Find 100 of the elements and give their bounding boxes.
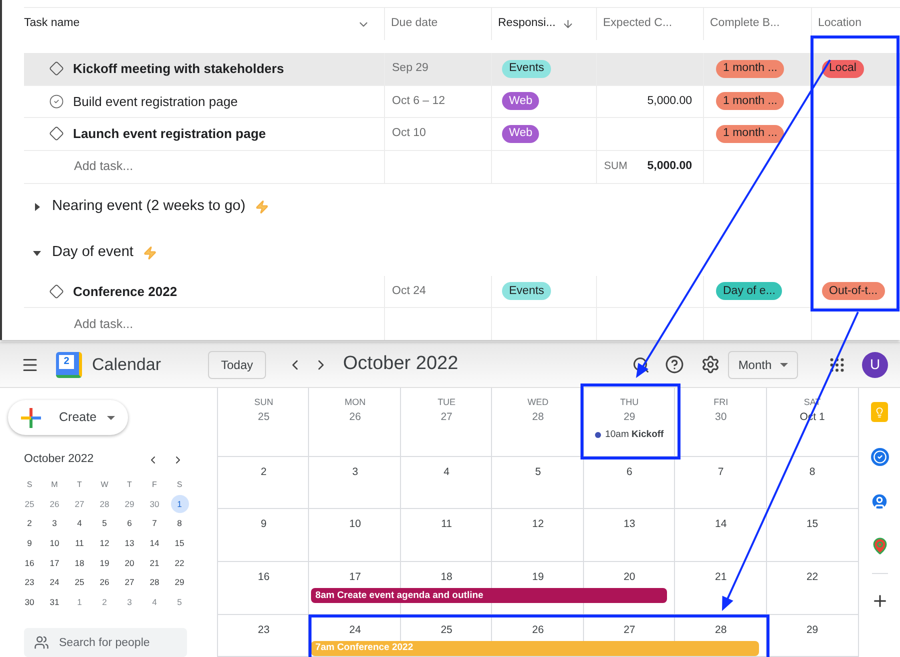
day-number[interactable]: 19 xyxy=(532,569,544,586)
mini-calendar-day[interactable]: 2 xyxy=(96,593,114,612)
mini-calendar-day[interactable]: 20 xyxy=(120,554,138,572)
mini-calendar-day[interactable]: 29 xyxy=(120,495,138,514)
day-number[interactable]: 28 xyxy=(532,409,544,425)
mini-calendar-day[interactable]: 19 xyxy=(96,554,114,572)
day-number[interactable]: 10 xyxy=(349,516,361,532)
mini-calendar-day[interactable]: 27 xyxy=(70,495,88,514)
day-number[interactable]: 29 xyxy=(806,622,818,638)
day-number[interactable]: 26 xyxy=(349,409,361,425)
day-number[interactable]: 3 xyxy=(352,464,358,480)
mini-calendar-day[interactable]: 13 xyxy=(120,534,138,552)
column-header[interactable]: Location xyxy=(812,8,900,40)
day-number[interactable]: 24 xyxy=(349,622,361,638)
mini-calendar-day[interactable]: 5 xyxy=(96,514,114,533)
mini-calendar-day[interactable]: 25 xyxy=(70,574,88,592)
mini-calendar-day[interactable]: 2 xyxy=(20,514,38,533)
search-field[interactable]: Search for people xyxy=(24,628,187,657)
mini-calendar-day[interactable]: 30 xyxy=(146,495,164,514)
day-number[interactable]: 18 xyxy=(440,569,452,586)
mini-calendar-day[interactable]: 17 xyxy=(46,554,64,572)
day-number[interactable]: 27 xyxy=(440,409,452,425)
mini-calendar-day[interactable]: 18 xyxy=(70,554,88,572)
search-icon[interactable] xyxy=(632,356,650,374)
mini-calendar-day[interactable]: 15 xyxy=(170,534,188,552)
help-icon[interactable] xyxy=(665,355,684,374)
add-task-link[interactable]: Add task... xyxy=(74,314,134,334)
day-number[interactable]: 16 xyxy=(258,569,270,586)
mini-calendar-day[interactable]: 21 xyxy=(146,554,164,572)
add-task-link[interactable]: Add task... xyxy=(74,157,134,176)
column-header[interactable]: Complete B... xyxy=(704,8,812,40)
map-pin-icon[interactable] xyxy=(870,537,888,555)
mini-calendar-day[interactable]: 3 xyxy=(46,514,64,533)
day-number[interactable]: 2 xyxy=(260,464,267,480)
day-number[interactable]: 15 xyxy=(806,516,818,532)
person-icon[interactable] xyxy=(870,492,889,511)
diamond-icon[interactable] xyxy=(49,284,64,299)
mini-calendar-day[interactable]: 31 xyxy=(46,593,64,612)
column-header[interactable]: Responsi... xyxy=(492,8,597,40)
mini-calendar-day[interactable]: 7 xyxy=(146,514,164,533)
diamond-icon[interactable] xyxy=(49,126,64,142)
day-number[interactable]: 6 xyxy=(626,464,632,480)
mini-calendar-day[interactable]: 16 xyxy=(20,554,38,572)
day-number[interactable]: 11 xyxy=(441,516,452,532)
day-number[interactable]: 17 xyxy=(349,569,361,586)
mini-calendar-day[interactable]: 22 xyxy=(170,554,188,572)
mini-calendar-day[interactable]: 12 xyxy=(96,534,114,552)
section-title[interactable]: Nearing event (2 weeks to go) xyxy=(52,196,246,218)
column-header[interactable]: Expected C... xyxy=(597,8,704,40)
day-number[interactable]: 26 xyxy=(532,622,544,638)
task-row[interactable]: Build event registration page Oct 6 – 12 Web 5,000.00 1 month ... xyxy=(24,86,900,118)
mini-calendar-day[interactable]: 1 xyxy=(70,593,88,612)
calendar-logo[interactable]: 2 xyxy=(56,352,82,378)
mini-calendar-day[interactable]: 4 xyxy=(70,514,88,533)
task-name[interactable]: Kickoff meeting with stakeholders xyxy=(73,59,284,78)
day-number[interactable]: 22 xyxy=(806,569,818,586)
caret-right-icon[interactable] xyxy=(32,202,42,212)
mini-calendar-day[interactable]: 27 xyxy=(120,574,138,592)
day-number[interactable]: 12 xyxy=(532,516,544,532)
mini-calendar-day[interactable]: 23 xyxy=(20,574,38,592)
task-row[interactable]: Conference 2022 Oct 24 Events Day of e... Out-of-t... xyxy=(24,276,900,308)
task-name[interactable]: Launch event registration page xyxy=(73,124,266,144)
mini-calendar-day[interactable]: 26 xyxy=(96,574,114,592)
section-title[interactable]: Day of event xyxy=(52,242,134,264)
diamond-icon[interactable] xyxy=(49,61,64,76)
column-header[interactable]: Due date xyxy=(385,8,492,40)
mini-calendar-day[interactable]: 5 xyxy=(170,593,188,612)
view-dropdown[interactable]: Month xyxy=(728,350,798,378)
task-name[interactable]: Conference 2022 xyxy=(73,282,178,301)
mini-calendar-day[interactable]: 4 xyxy=(146,593,164,612)
day-number[interactable]: 13 xyxy=(624,516,636,532)
task-row[interactable]: Launch event registration page Oct 10 Web 1 month ... xyxy=(24,118,900,150)
task-name[interactable]: Build event registration page xyxy=(73,92,238,111)
apps-icon[interactable] xyxy=(828,356,846,374)
day-number[interactable]: 25 xyxy=(440,622,452,638)
day-number[interactable]: 30 xyxy=(715,409,727,425)
day-number[interactable]: 9 xyxy=(260,516,267,532)
mini-calendar-day[interactable]: 1 xyxy=(170,495,188,514)
mini-calendar-day[interactable]: 25 xyxy=(20,495,38,514)
day-number[interactable]: 7 xyxy=(718,464,724,480)
mini-calendar-day[interactable]: 6 xyxy=(120,514,138,533)
mini-calendar-day[interactable]: 11 xyxy=(70,534,88,552)
today-button[interactable]: Today xyxy=(208,350,266,378)
day-number[interactable]: 28 xyxy=(715,622,727,638)
task-row[interactable]: Kickoff meeting with stakeholders Sep 29 Events 1 month ... Local xyxy=(24,53,900,86)
check-circle-icon[interactable] xyxy=(870,448,888,466)
mini-calendar-day[interactable]: 28 xyxy=(146,574,164,592)
day-number[interactable]: 5 xyxy=(535,464,541,480)
day-number[interactable]: 8 xyxy=(809,464,816,480)
day-number[interactable]: 23 xyxy=(258,622,270,638)
column-header[interactable]: Task name xyxy=(24,8,385,40)
day-number[interactable]: 14 xyxy=(715,516,727,532)
sort-arrow-icon[interactable] xyxy=(562,18,574,30)
mini-calendar-day[interactable]: 24 xyxy=(46,574,64,592)
mini-calendar-day[interactable]: 28 xyxy=(96,495,114,514)
mini-calendar-day[interactable]: 3 xyxy=(120,593,138,612)
day-number[interactable]: 20 xyxy=(624,569,636,586)
day-number[interactable]: 4 xyxy=(444,464,450,480)
day-number[interactable]: 25 xyxy=(258,409,270,425)
event-bar[interactable]: 8am Create event agenda and outline xyxy=(311,588,668,604)
